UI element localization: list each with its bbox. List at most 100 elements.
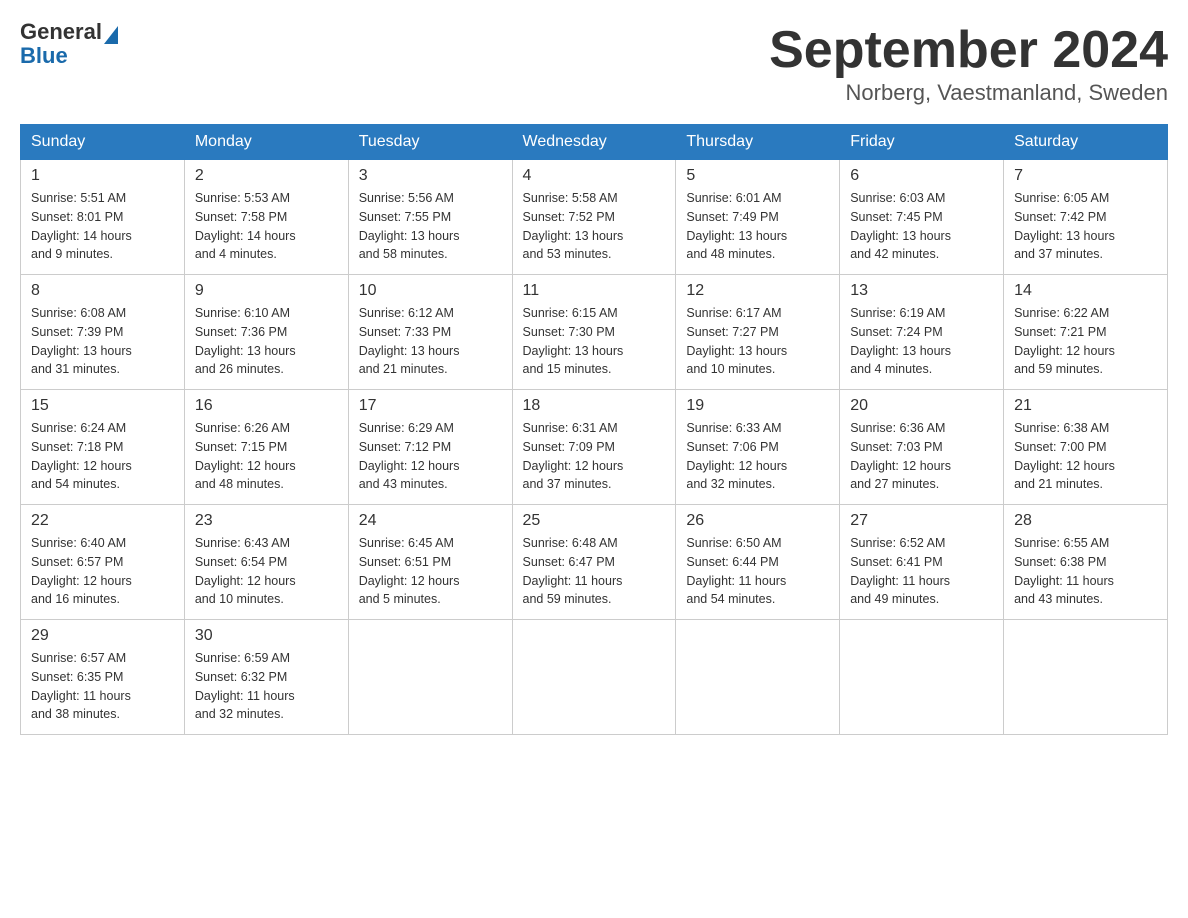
- header-row: SundayMondayTuesdayWednesdayThursdayFrid…: [21, 125, 1168, 160]
- calendar-cell: 19 Sunrise: 6:33 AMSunset: 7:06 PMDaylig…: [676, 390, 840, 505]
- logo-general-text: General: [20, 20, 102, 44]
- day-number: 21: [1014, 397, 1157, 415]
- calendar-cell: 28 Sunrise: 6:55 AMSunset: 6:38 PMDaylig…: [1004, 505, 1168, 620]
- day-info: Sunrise: 5:56 AMSunset: 7:55 PMDaylight:…: [359, 189, 502, 264]
- week-row-5: 29 Sunrise: 6:57 AMSunset: 6:35 PMDaylig…: [21, 620, 1168, 735]
- day-number: 16: [195, 397, 338, 415]
- day-info: Sunrise: 6:17 AMSunset: 7:27 PMDaylight:…: [686, 304, 829, 379]
- calendar-cell: 3 Sunrise: 5:56 AMSunset: 7:55 PMDayligh…: [348, 160, 512, 275]
- calendar-cell: 20 Sunrise: 6:36 AMSunset: 7:03 PMDaylig…: [840, 390, 1004, 505]
- day-number: 18: [523, 397, 666, 415]
- day-number: 11: [523, 282, 666, 300]
- day-info: Sunrise: 6:15 AMSunset: 7:30 PMDaylight:…: [523, 304, 666, 379]
- calendar-cell: 21 Sunrise: 6:38 AMSunset: 7:00 PMDaylig…: [1004, 390, 1168, 505]
- day-info: Sunrise: 6:55 AMSunset: 6:38 PMDaylight:…: [1014, 534, 1157, 609]
- calendar-cell: [512, 620, 676, 735]
- week-row-4: 22 Sunrise: 6:40 AMSunset: 6:57 PMDaylig…: [21, 505, 1168, 620]
- day-number: 27: [850, 512, 993, 530]
- calendar-cell: [348, 620, 512, 735]
- day-info: Sunrise: 6:40 AMSunset: 6:57 PMDaylight:…: [31, 534, 174, 609]
- calendar-cell: 15 Sunrise: 6:24 AMSunset: 7:18 PMDaylig…: [21, 390, 185, 505]
- calendar-cell: 27 Sunrise: 6:52 AMSunset: 6:41 PMDaylig…: [840, 505, 1004, 620]
- day-number: 29: [31, 627, 174, 645]
- calendar-cell: 30 Sunrise: 6:59 AMSunset: 6:32 PMDaylig…: [184, 620, 348, 735]
- column-header-sunday: Sunday: [21, 125, 185, 160]
- calendar-cell: 24 Sunrise: 6:45 AMSunset: 6:51 PMDaylig…: [348, 505, 512, 620]
- calendar-cell: 8 Sunrise: 6:08 AMSunset: 7:39 PMDayligh…: [21, 275, 185, 390]
- calendar-cell: 14 Sunrise: 6:22 AMSunset: 7:21 PMDaylig…: [1004, 275, 1168, 390]
- day-number: 17: [359, 397, 502, 415]
- day-number: 13: [850, 282, 993, 300]
- calendar-cell: 11 Sunrise: 6:15 AMSunset: 7:30 PMDaylig…: [512, 275, 676, 390]
- calendar-cell: 25 Sunrise: 6:48 AMSunset: 6:47 PMDaylig…: [512, 505, 676, 620]
- day-number: 15: [31, 397, 174, 415]
- day-info: Sunrise: 6:52 AMSunset: 6:41 PMDaylight:…: [850, 534, 993, 609]
- day-info: Sunrise: 6:31 AMSunset: 7:09 PMDaylight:…: [523, 419, 666, 494]
- calendar-cell: 22 Sunrise: 6:40 AMSunset: 6:57 PMDaylig…: [21, 505, 185, 620]
- day-number: 8: [31, 282, 174, 300]
- column-header-saturday: Saturday: [1004, 125, 1168, 160]
- day-number: 3: [359, 167, 502, 185]
- day-info: Sunrise: 6:19 AMSunset: 7:24 PMDaylight:…: [850, 304, 993, 379]
- day-number: 6: [850, 167, 993, 185]
- day-info: Sunrise: 6:10 AMSunset: 7:36 PMDaylight:…: [195, 304, 338, 379]
- page-header: General Blue September 2024 Norberg, Vae…: [20, 20, 1168, 106]
- day-number: 10: [359, 282, 502, 300]
- calendar-cell: 9 Sunrise: 6:10 AMSunset: 7:36 PMDayligh…: [184, 275, 348, 390]
- day-info: Sunrise: 6:26 AMSunset: 7:15 PMDaylight:…: [195, 419, 338, 494]
- day-info: Sunrise: 6:03 AMSunset: 7:45 PMDaylight:…: [850, 189, 993, 264]
- day-info: Sunrise: 6:01 AMSunset: 7:49 PMDaylight:…: [686, 189, 829, 264]
- day-info: Sunrise: 6:50 AMSunset: 6:44 PMDaylight:…: [686, 534, 829, 609]
- column-header-thursday: Thursday: [676, 125, 840, 160]
- calendar-cell: 16 Sunrise: 6:26 AMSunset: 7:15 PMDaylig…: [184, 390, 348, 505]
- day-info: Sunrise: 5:53 AMSunset: 7:58 PMDaylight:…: [195, 189, 338, 264]
- day-info: Sunrise: 6:57 AMSunset: 6:35 PMDaylight:…: [31, 649, 174, 724]
- location-title: Norberg, Vaestmanland, Sweden: [769, 80, 1168, 106]
- calendar-header: SundayMondayTuesdayWednesdayThursdayFrid…: [21, 125, 1168, 160]
- day-number: 1: [31, 167, 174, 185]
- calendar-cell: 13 Sunrise: 6:19 AMSunset: 7:24 PMDaylig…: [840, 275, 1004, 390]
- day-info: Sunrise: 6:38 AMSunset: 7:00 PMDaylight:…: [1014, 419, 1157, 494]
- day-number: 14: [1014, 282, 1157, 300]
- calendar-body: 1 Sunrise: 5:51 AMSunset: 8:01 PMDayligh…: [21, 160, 1168, 735]
- day-number: 23: [195, 512, 338, 530]
- day-info: Sunrise: 5:51 AMSunset: 8:01 PMDaylight:…: [31, 189, 174, 264]
- week-row-3: 15 Sunrise: 6:24 AMSunset: 7:18 PMDaylig…: [21, 390, 1168, 505]
- day-number: 28: [1014, 512, 1157, 530]
- day-info: Sunrise: 6:36 AMSunset: 7:03 PMDaylight:…: [850, 419, 993, 494]
- day-number: 25: [523, 512, 666, 530]
- calendar-cell: 6 Sunrise: 6:03 AMSunset: 7:45 PMDayligh…: [840, 160, 1004, 275]
- day-info: Sunrise: 6:45 AMSunset: 6:51 PMDaylight:…: [359, 534, 502, 609]
- calendar-cell: 12 Sunrise: 6:17 AMSunset: 7:27 PMDaylig…: [676, 275, 840, 390]
- logo-text: General Blue: [20, 20, 118, 68]
- day-info: Sunrise: 6:08 AMSunset: 7:39 PMDaylight:…: [31, 304, 174, 379]
- week-row-1: 1 Sunrise: 5:51 AMSunset: 8:01 PMDayligh…: [21, 160, 1168, 275]
- day-info: Sunrise: 6:29 AMSunset: 7:12 PMDaylight:…: [359, 419, 502, 494]
- column-header-friday: Friday: [840, 125, 1004, 160]
- calendar-cell: 2 Sunrise: 5:53 AMSunset: 7:58 PMDayligh…: [184, 160, 348, 275]
- day-info: Sunrise: 6:43 AMSunset: 6:54 PMDaylight:…: [195, 534, 338, 609]
- week-row-2: 8 Sunrise: 6:08 AMSunset: 7:39 PMDayligh…: [21, 275, 1168, 390]
- day-info: Sunrise: 6:59 AMSunset: 6:32 PMDaylight:…: [195, 649, 338, 724]
- day-number: 24: [359, 512, 502, 530]
- calendar-cell: 17 Sunrise: 6:29 AMSunset: 7:12 PMDaylig…: [348, 390, 512, 505]
- calendar-table: SundayMondayTuesdayWednesdayThursdayFrid…: [20, 124, 1168, 735]
- calendar-cell: 18 Sunrise: 6:31 AMSunset: 7:09 PMDaylig…: [512, 390, 676, 505]
- logo-general-line: General: [20, 20, 118, 44]
- logo-triangle-icon: [104, 26, 118, 44]
- day-number: 9: [195, 282, 338, 300]
- day-number: 5: [686, 167, 829, 185]
- day-info: Sunrise: 6:12 AMSunset: 7:33 PMDaylight:…: [359, 304, 502, 379]
- title-block: September 2024 Norberg, Vaestmanland, Sw…: [769, 20, 1168, 106]
- day-info: Sunrise: 6:24 AMSunset: 7:18 PMDaylight:…: [31, 419, 174, 494]
- calendar-cell: [676, 620, 840, 735]
- calendar-cell: 29 Sunrise: 6:57 AMSunset: 6:35 PMDaylig…: [21, 620, 185, 735]
- logo: General Blue: [20, 20, 118, 68]
- day-info: Sunrise: 6:33 AMSunset: 7:06 PMDaylight:…: [686, 419, 829, 494]
- calendar-cell: 5 Sunrise: 6:01 AMSunset: 7:49 PMDayligh…: [676, 160, 840, 275]
- month-title: September 2024: [769, 20, 1168, 80]
- calendar-cell: [1004, 620, 1168, 735]
- calendar-cell: 4 Sunrise: 5:58 AMSunset: 7:52 PMDayligh…: [512, 160, 676, 275]
- column-header-wednesday: Wednesday: [512, 125, 676, 160]
- logo-blue-text: Blue: [20, 44, 118, 68]
